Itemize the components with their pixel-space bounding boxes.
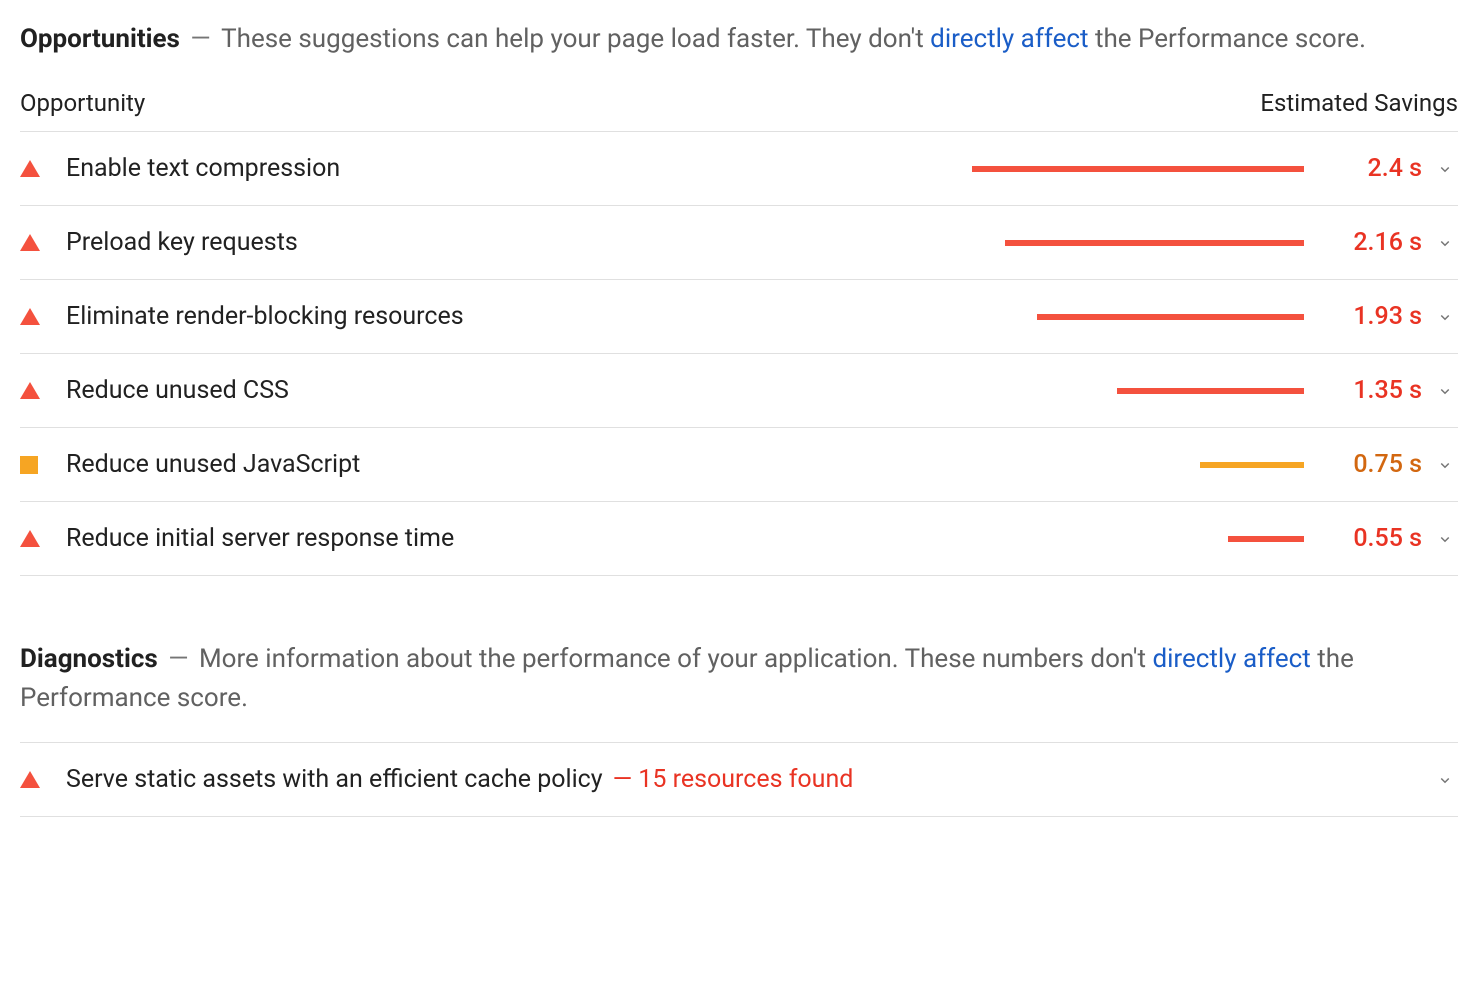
- opportunity-title: Preload key requests: [66, 228, 298, 257]
- expand-toggle[interactable]: [1432, 382, 1458, 400]
- opportunities-columns: Opportunity Estimated Savings: [20, 83, 1458, 132]
- opportunity-row[interactable]: Preload key requests 2.16 s: [20, 206, 1458, 280]
- savings-value: 0.55 s: [1328, 524, 1422, 553]
- expand-toggle[interactable]: [1432, 308, 1458, 326]
- opportunity-row[interactable]: Reduce unused CSS 1.35 s: [20, 354, 1458, 428]
- directly-affect-link[interactable]: directly affect: [1152, 644, 1310, 674]
- triangle-icon: [20, 530, 48, 547]
- opportunity-title: Enable text compression: [66, 154, 340, 183]
- opportunity-row[interactable]: Reduce initial server response time 0.55 …: [20, 502, 1458, 576]
- savings-value: 1.93 s: [1328, 302, 1422, 331]
- savings-bar: [944, 462, 1304, 468]
- chevron-down-icon: [1436, 308, 1454, 326]
- diagnostic-row[interactable]: Serve static assets with an efficient ca…: [20, 742, 1458, 817]
- savings-bar: [944, 240, 1304, 246]
- dash: —: [190, 24, 217, 54]
- opportunities-list: Enable text compression 2.4 s Preload key …: [20, 132, 1458, 576]
- chevron-down-icon: [1436, 456, 1454, 474]
- savings-bar: [944, 314, 1304, 320]
- opportunity-row[interactable]: Eliminate render-blocking resources 1.93 …: [20, 280, 1458, 354]
- savings-value: 2.16 s: [1328, 228, 1422, 257]
- expand-toggle[interactable]: [1432, 530, 1458, 548]
- diagnostics-header: Diagnostics — More information about the…: [20, 640, 1458, 718]
- opportunities-desc-prefix: These suggestions can help your page loa…: [221, 24, 930, 54]
- savings-value: 0.75 s: [1328, 450, 1422, 479]
- triangle-icon: [20, 160, 48, 177]
- chevron-down-icon: [1436, 382, 1454, 400]
- chevron-down-icon: [1436, 771, 1454, 789]
- savings-bar: [944, 536, 1304, 542]
- opportunity-row[interactable]: Enable text compression 2.4 s: [20, 132, 1458, 206]
- opportunity-row[interactable]: Reduce unused JavaScript 0.75 s: [20, 428, 1458, 502]
- diagnostics-list: Serve static assets with an efficient ca…: [20, 742, 1458, 817]
- chevron-down-icon: [1436, 234, 1454, 252]
- opportunity-title: Reduce unused JavaScript: [66, 450, 360, 479]
- savings-value: 1.35 s: [1328, 376, 1422, 405]
- dash: —: [168, 644, 195, 674]
- expand-toggle[interactable]: [1432, 456, 1458, 474]
- opportunity-title: Reduce unused CSS: [66, 376, 289, 405]
- diagnostic-detail: — 15 resources found: [613, 765, 854, 794]
- chevron-down-icon: [1436, 160, 1454, 178]
- col-savings: Estimated Savings: [1260, 89, 1458, 117]
- directly-affect-link[interactable]: directly affect: [930, 24, 1088, 54]
- triangle-icon: [20, 234, 48, 251]
- square-icon: [20, 456, 48, 474]
- opportunity-title: Reduce initial server response time: [66, 524, 454, 553]
- opportunities-title: Opportunities: [20, 24, 180, 54]
- diagnostics-title: Diagnostics: [20, 644, 158, 674]
- opportunities-desc-suffix: the Performance score.: [1089, 24, 1366, 54]
- diagnostics-desc-prefix: More information about the performance o…: [199, 644, 1153, 674]
- diagnostic-title: Serve static assets with an efficient ca…: [66, 765, 603, 794]
- triangle-icon: [20, 308, 48, 325]
- col-opportunity: Opportunity: [20, 89, 145, 117]
- expand-toggle[interactable]: [1432, 234, 1458, 252]
- opportunity-title: Eliminate render-blocking resources: [66, 302, 464, 331]
- triangle-icon: [20, 382, 48, 399]
- savings-bar: [944, 166, 1304, 172]
- savings-value: 2.4 s: [1328, 154, 1422, 183]
- chevron-down-icon: [1436, 530, 1454, 548]
- expand-toggle[interactable]: [1432, 771, 1458, 789]
- savings-bar: [944, 388, 1304, 394]
- expand-toggle[interactable]: [1432, 160, 1458, 178]
- opportunities-header: Opportunities — These suggestions can he…: [20, 20, 1458, 59]
- triangle-icon: [20, 771, 48, 788]
